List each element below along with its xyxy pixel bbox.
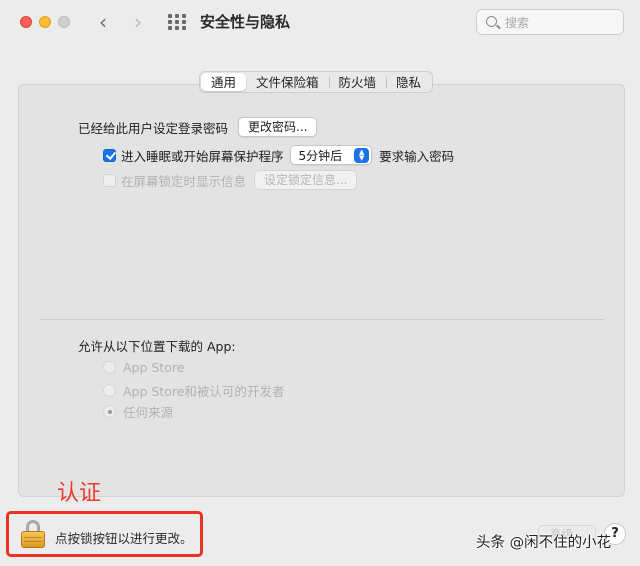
updown-chevron-icon: ▲ ▼ xyxy=(354,147,370,163)
lock-message-checkbox[interactable] xyxy=(103,173,116,187)
radio-app-store-row: App Store xyxy=(103,360,184,375)
downloads-heading: 允许从以下位置下载的 App: xyxy=(78,339,236,354)
minimize-window-button[interactable] xyxy=(39,16,51,28)
forward-arrow-icon[interactable]: › xyxy=(127,10,149,34)
close-window-button[interactable] xyxy=(20,16,32,28)
lock-instruction-text: 点按锁按钮以进行更改。 xyxy=(55,531,193,546)
lock-message-label: 在屏幕锁定时显示信息 xyxy=(121,173,247,189)
radio-app-store-label: App Store xyxy=(123,360,185,375)
tab-bar: 通用 文件保险箱 防火墙 隐私 xyxy=(199,71,434,93)
lock-icon[interactable] xyxy=(20,519,46,549)
show-all-grid-icon[interactable] xyxy=(168,14,186,30)
tab-general[interactable]: 通用 xyxy=(201,73,247,91)
preferences-window: ‹ › 安全性与隐私 通用 文件保险箱 防火墙 隐私 已经给此用户设定登录密码 … xyxy=(0,0,640,566)
require-password-suffix: 要求输入密码 xyxy=(379,148,455,164)
lock-message-row: 在屏幕锁定时显示信息 设定锁定信息... xyxy=(103,170,358,190)
radio-anywhere[interactable] xyxy=(103,405,116,418)
radio-identified-row: App Store和被认可的开发者 xyxy=(103,381,284,400)
login-password-row: 已经给此用户设定登录密码 更改密码... xyxy=(78,117,318,137)
radio-anywhere-label: 任何来源 xyxy=(123,405,174,420)
search-field[interactable] xyxy=(476,9,624,35)
search-icon xyxy=(486,16,497,27)
radio-identified-developers[interactable] xyxy=(103,384,116,397)
password-delay-value: 5分钟后 xyxy=(298,148,343,163)
zoom-window-button[interactable] xyxy=(58,16,70,28)
watermark-text: 头条 @闲不住的小花 xyxy=(476,535,612,551)
require-password-label: 进入睡眠或开始屏幕保护程序 xyxy=(121,148,284,164)
titlebar: ‹ › 安全性与隐私 xyxy=(0,0,640,44)
section-divider xyxy=(40,319,604,320)
login-password-label: 已经给此用户设定登录密码 xyxy=(78,120,229,136)
search-input[interactable] xyxy=(505,14,617,31)
require-password-checkbox[interactable] xyxy=(103,148,116,162)
annotation-label: 认证 xyxy=(57,481,102,506)
require-password-row: 进入睡眠或开始屏幕保护程序 5分钟后 ▲ ▼ 要求输入密码 xyxy=(103,145,454,165)
radio-app-store[interactable] xyxy=(103,361,116,374)
tab-privacy[interactable]: 隐私 xyxy=(386,73,431,91)
change-password-button[interactable]: 更改密码... xyxy=(238,117,318,137)
tab-filevault[interactable]: 文件保险箱 xyxy=(246,73,329,91)
radio-anywhere-row: 任何来源 xyxy=(103,402,173,421)
window-title: 安全性与隐私 xyxy=(200,13,291,31)
radio-identified-developers-label: App Store和被认可的开发者 xyxy=(123,384,285,399)
password-delay-select[interactable]: 5分钟后 ▲ ▼ xyxy=(289,145,373,165)
tab-firewall[interactable]: 防火墙 xyxy=(328,73,387,91)
downloads-heading-row: 允许从以下位置下载的 App: xyxy=(78,336,236,355)
set-lock-message-button[interactable]: 设定锁定信息... xyxy=(254,170,358,190)
back-arrow-icon[interactable]: ‹ xyxy=(92,10,114,34)
